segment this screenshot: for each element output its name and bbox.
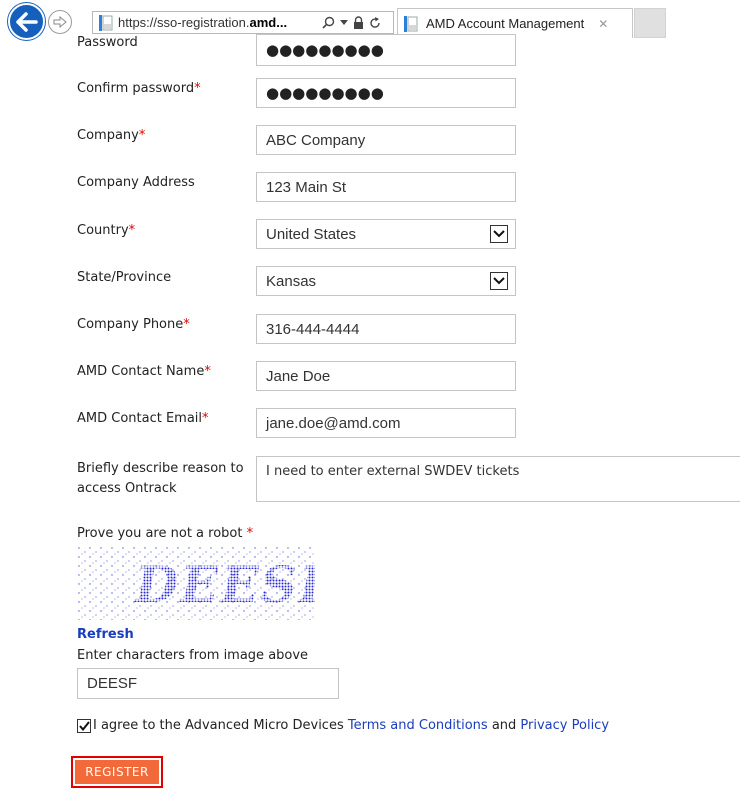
address-url: https://sso-registration.amd... [118, 15, 288, 30]
captcha-image: DEESF [77, 546, 336, 620]
terms-link[interactable]: Terms and Conditions [348, 718, 488, 733]
refresh-captcha-link[interactable]: Refresh [77, 627, 134, 642]
required-mark: * [183, 317, 190, 332]
agree-row: I agree to the Advanced Micro Devices Te… [77, 718, 609, 733]
required-mark: * [138, 128, 146, 143]
reason-textarea[interactable]: I need to enter external SWDEV tickets [256, 456, 740, 502]
reason-label: Briefly describe reason to access Ontrac… [77, 461, 244, 496]
captcha-label: Prove you are not a robot * [77, 526, 254, 541]
captcha-text: DEESF [133, 555, 315, 614]
register-button[interactable]: REGISTER [75, 760, 159, 784]
tab-page-icon [404, 15, 418, 32]
password-field[interactable]: ●●●●●●●●● [256, 34, 516, 66]
back-arrow-icon [15, 11, 38, 32]
password-label: Password [77, 35, 138, 50]
company-phone-field[interactable]: 316-444-4444 [256, 314, 516, 344]
captcha-input[interactable]: DEESF [77, 668, 339, 699]
refresh-icon[interactable] [369, 16, 381, 29]
company-phone-label: Company Phone* [77, 317, 190, 332]
privacy-link[interactable]: Privacy Policy [520, 718, 609, 733]
required-mark: * [194, 81, 201, 96]
required-mark: * [202, 411, 209, 426]
checkmark-icon [78, 720, 90, 731]
close-icon[interactable]: ✕ [598, 17, 608, 31]
chevron-down-icon[interactable] [490, 225, 508, 243]
address-tools [322, 16, 381, 29]
search-icon[interactable] [322, 16, 335, 29]
company-address-field[interactable]: 123 Main St [256, 172, 516, 202]
captcha-instruction: Enter characters from image above [77, 648, 309, 663]
agree-checkbox[interactable] [77, 718, 91, 733]
required-mark: * [246, 526, 254, 541]
new-tab-button[interactable] [634, 8, 666, 38]
required-mark: * [128, 223, 136, 238]
confirm-password-label: Confirm password* [77, 81, 201, 96]
state-select[interactable]: Kansas [256, 266, 516, 296]
back-button[interactable] [8, 3, 45, 40]
forward-button[interactable] [48, 10, 72, 34]
tab-title: AMD Account Management [426, 16, 585, 31]
company-field[interactable]: ABC Company [256, 125, 516, 155]
page-icon [99, 14, 113, 31]
required-mark: * [204, 364, 211, 379]
register-highlight: REGISTER [71, 756, 163, 788]
amd-contact-email-field[interactable]: jane.doe@amd.com [256, 408, 516, 438]
agree-text: I agree to the Advanced Micro Devices [93, 718, 348, 733]
chevron-down-icon[interactable] [490, 272, 508, 290]
country-label: Country* [77, 223, 136, 238]
dropdown-icon[interactable] [340, 19, 348, 26]
amd-contact-name-label: AMD Contact Name* [77, 364, 211, 379]
agree-and-text: and [487, 718, 521, 733]
company-address-label: Company Address [77, 175, 195, 190]
country-select[interactable]: United States [256, 219, 516, 249]
confirm-password-field[interactable]: ●●●●●●●●● [256, 78, 516, 108]
state-label: State/Province [77, 270, 172, 285]
amd-contact-email-label: AMD Contact Email* [77, 411, 209, 426]
lock-icon[interactable] [353, 16, 364, 29]
amd-contact-name-field[interactable]: Jane Doe [256, 361, 516, 391]
forward-arrow-icon [53, 16, 67, 28]
address-bar[interactable]: https://sso-registration.amd... [92, 11, 394, 34]
company-label: Company* [77, 128, 146, 143]
